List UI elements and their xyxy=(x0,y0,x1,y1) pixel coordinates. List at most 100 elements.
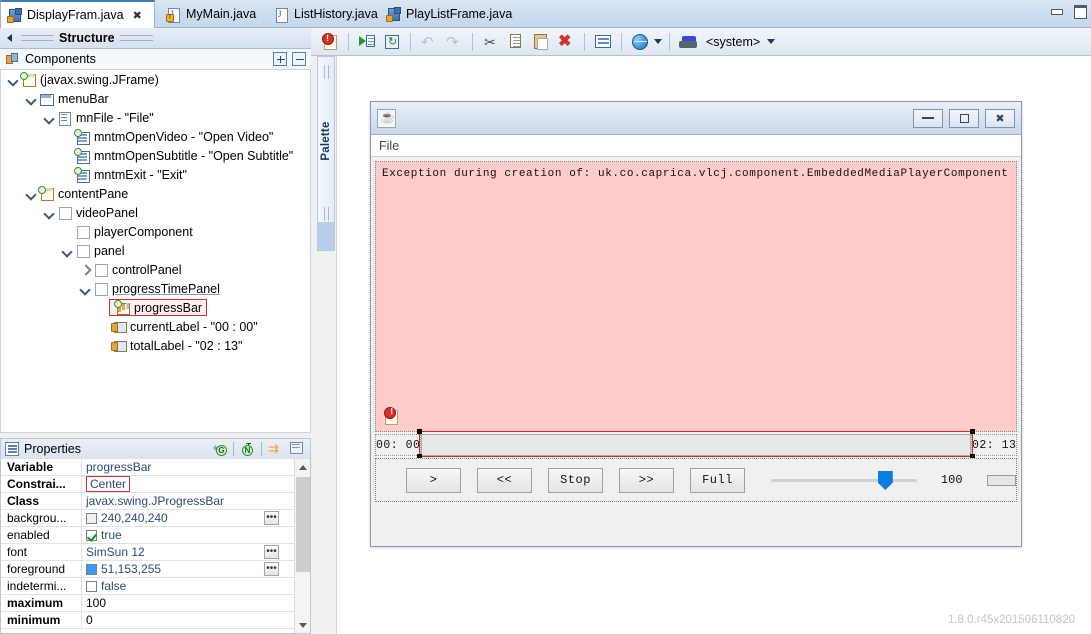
layout-icon[interactable] xyxy=(592,31,614,53)
restore-default-icon[interactable]: ⇉ xyxy=(267,441,284,457)
property-editor-button[interactable]: ••• xyxy=(264,545,279,559)
properties-table[interactable]: Variable progressBar Constrai... Center Clas… xyxy=(0,459,311,634)
fullscreen-button[interactable]: Full xyxy=(690,467,745,493)
preview-menubar[interactable]: File xyxy=(371,135,1021,157)
volume-field[interactable] xyxy=(986,474,1016,486)
editor-tab-mymain[interactable]: ! MyMain.java xyxy=(160,0,264,28)
test-run-icon[interactable] xyxy=(356,31,378,53)
property-row[interactable]: enabled true xyxy=(1,527,295,544)
forward-button[interactable]: >> xyxy=(619,467,674,493)
property-row[interactable]: Constrai... Center xyxy=(1,476,295,493)
property-row[interactable]: Class javax.swing.JProgressBar xyxy=(1,493,295,510)
chevron-right-icon[interactable] xyxy=(79,263,92,276)
design-preview-frame[interactable]: ✖ File Exception during creation of: uk.… xyxy=(370,101,1022,547)
show-events-icon[interactable] xyxy=(289,441,306,457)
refresh-icon[interactable]: ↻ xyxy=(381,31,403,53)
chevron-down-icon[interactable] xyxy=(7,73,20,86)
tree-item[interactable]: progressBar xyxy=(1,298,310,317)
design-canvas[interactable]: ✖ File Exception during creation of: uk.… xyxy=(336,56,1091,634)
tree-item-content[interactable]: playerComponent xyxy=(74,224,193,239)
property-row[interactable]: backgrou... 240,240,240 ••• xyxy=(1,510,295,527)
volume-slider[interactable] xyxy=(771,469,917,491)
editor-tab-displayfram[interactable]: DisplayFram.java ✖ xyxy=(0,0,155,28)
chevron-left-icon[interactable] xyxy=(4,32,16,44)
editor-tab-playlistframe[interactable]: PlayListFrame.java xyxy=(380,0,520,28)
properties-scrollbar[interactable] xyxy=(294,459,310,633)
error-badge-icon[interactable]: ! xyxy=(319,31,341,53)
minimize-icon[interactable] xyxy=(1048,3,1064,17)
checkbox-icon[interactable] xyxy=(86,529,97,541)
tree-item[interactable]: mntmExit - "Exit" xyxy=(1,165,310,184)
chevron-down-icon[interactable] xyxy=(43,206,56,219)
tree-item[interactable]: contentPane xyxy=(1,184,310,203)
preview-minimize-button[interactable] xyxy=(913,108,943,128)
tree-item[interactable]: playerComponent xyxy=(1,222,310,241)
property-value-cell[interactable]: 100 xyxy=(82,595,295,611)
globe-icon[interactable] xyxy=(629,31,651,53)
tree-item-content[interactable]: totalLabel - "02 : 13" xyxy=(110,338,242,353)
preview-maximize-button[interactable] xyxy=(949,108,979,128)
tree-item[interactable]: videoPanel xyxy=(1,203,310,222)
property-value-cell[interactable]: 0 xyxy=(82,612,295,628)
scroll-down-icon[interactable] xyxy=(295,617,310,633)
property-row[interactable]: foreground 51,153,255 ••• xyxy=(1,561,295,578)
expand-all-button[interactable] xyxy=(273,52,287,66)
tree-item[interactable]: mnFile - "File" xyxy=(1,108,310,127)
tree-item-content[interactable]: currentLabel - "00 : 00" xyxy=(110,319,258,334)
property-value-cell[interactable]: Center xyxy=(82,476,295,492)
tree-item-content[interactable]: (javax.swing.JFrame) xyxy=(20,72,159,87)
resize-handle[interactable] xyxy=(970,429,975,434)
tree-item[interactable]: panel xyxy=(1,241,310,260)
tree-item-content[interactable]: mntmOpenVideo - "Open Video" xyxy=(74,129,273,145)
scroll-up-icon[interactable] xyxy=(295,459,310,475)
menu-file[interactable]: File xyxy=(379,139,399,153)
property-editor-button[interactable]: ••• xyxy=(264,511,279,525)
show-advanced-icon[interactable]: ↧ N xyxy=(239,441,256,457)
property-editor-button[interactable]: ••• xyxy=(264,562,279,576)
property-value-cell[interactable]: true xyxy=(82,527,295,543)
tree-item[interactable]: progressTimePanel xyxy=(1,279,310,298)
property-value-cell[interactable]: progressBar xyxy=(82,459,295,475)
chevron-down-icon[interactable] xyxy=(43,111,56,124)
tree-item-content[interactable]: panel xyxy=(74,243,125,258)
rewind-button[interactable]: << xyxy=(477,467,532,493)
progress-bar[interactable] xyxy=(421,434,971,456)
property-value-cell[interactable]: SimSun 12 ••• xyxy=(82,544,295,560)
delete-icon[interactable]: ✖ xyxy=(555,31,577,53)
scrollbar-thumb[interactable] xyxy=(296,477,310,572)
resize-handle[interactable] xyxy=(417,429,422,434)
paste-icon[interactable] xyxy=(530,31,552,53)
goto-definition-icon[interactable]: ✦ G xyxy=(211,441,228,457)
tree-item-content[interactable]: mntmExit - "Exit" xyxy=(74,167,187,183)
tree-item-content[interactable]: mnFile - "File" xyxy=(56,110,154,126)
tree-item[interactable]: totalLabel - "02 : 13" xyxy=(1,336,310,355)
tree-item-content[interactable]: contentPane xyxy=(38,186,128,201)
tree-item-content[interactable]: mntmOpenSubtitle - "Open Subtitle" xyxy=(74,148,293,164)
slider-thumb[interactable] xyxy=(877,471,893,490)
property-row[interactable]: Variable progressBar xyxy=(1,459,295,476)
cut-icon[interactable]: ✂ xyxy=(480,31,502,53)
tree-item-selected[interactable]: progressBar xyxy=(109,299,208,316)
tree-item[interactable]: (javax.swing.JFrame) xyxy=(1,70,310,89)
tree-item-content[interactable]: menuBar xyxy=(38,91,109,106)
property-row[interactable]: indetermi... false xyxy=(1,578,295,595)
collapse-all-button[interactable] xyxy=(292,52,306,66)
property-row[interactable]: maximum 100 xyxy=(1,595,295,612)
property-value-cell[interactable]: false xyxy=(82,578,295,594)
tree-item[interactable]: controlPanel xyxy=(1,260,310,279)
restore-icon[interactable] xyxy=(1071,3,1087,19)
look-and-feel-dropdown-icon[interactable] xyxy=(767,39,776,44)
checkbox-icon[interactable] xyxy=(86,580,97,592)
play-button[interactable]: > xyxy=(406,467,461,493)
property-value-cell[interactable]: javax.swing.JProgressBar xyxy=(82,493,295,509)
chevron-down-icon[interactable] xyxy=(61,244,74,257)
undo-icon[interactable]: ↶ xyxy=(418,31,440,53)
property-value-cell[interactable]: 240,240,240 ••• xyxy=(82,510,295,526)
player-component-error-pane[interactable]: Exception during creation of: uk.co.capr… xyxy=(375,161,1017,432)
editor-tab-listhistory[interactable]: ListHistory.java xyxy=(268,0,386,28)
globe-dropdown-icon[interactable] xyxy=(654,39,662,44)
components-tree[interactable]: (javax.swing.JFrame) menuBar mnFile - "Fil… xyxy=(0,70,311,433)
tree-item[interactable]: mntmOpenSubtitle - "Open Subtitle" xyxy=(1,146,310,165)
chevron-down-icon[interactable] xyxy=(25,187,38,200)
stop-button[interactable]: Stop xyxy=(548,467,603,493)
